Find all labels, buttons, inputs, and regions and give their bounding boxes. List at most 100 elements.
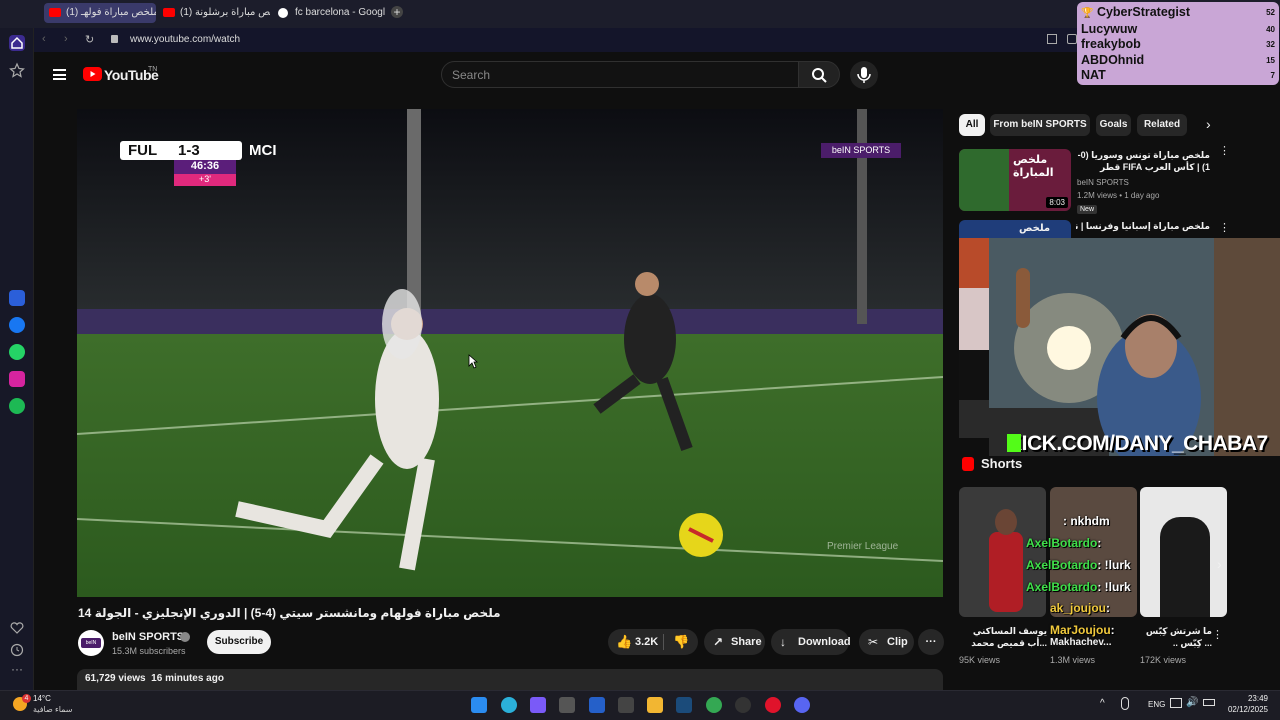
opera-taskbar-icon[interactable] <box>765 697 781 713</box>
channel-name[interactable]: beIN SPORTS <box>112 631 184 643</box>
start-icon[interactable] <box>471 697 487 713</box>
download-button[interactable]: ↓ Download <box>771 629 851 655</box>
edit-icon[interactable] <box>1047 34 1057 44</box>
whatsapp-icon[interactable] <box>9 344 25 360</box>
back-icon[interactable]: ‹ <box>42 33 46 45</box>
search-input[interactable]: Search <box>452 68 490 82</box>
rec-title-2[interactable]: ملخص مباراة إسبانيا وفرنسا | نصف نهائي <box>1076 221 1210 232</box>
messenger-icon[interactable] <box>9 317 25 333</box>
network-icon[interactable] <box>1170 698 1182 708</box>
rec-title[interactable]: ملخص مباراة تونس وسوريا (0-1) | كأس العر… <box>1076 149 1210 173</box>
away-team: MCI <box>249 142 277 159</box>
aria-icon[interactable] <box>9 290 25 306</box>
weather-desc[interactable]: سماء صافية <box>33 705 73 714</box>
forward-icon[interactable]: › <box>64 33 68 45</box>
copilot-icon[interactable] <box>530 697 546 713</box>
new-tab-button[interactable]: + <box>391 6 403 18</box>
instagram-icon[interactable] <box>9 371 25 387</box>
history-icon[interactable] <box>9 642 25 658</box>
more-actions-button[interactable]: ··· <box>918 629 944 655</box>
kick-url-banner: KICK.COM/DANY_CHABA7 <box>1007 432 1268 455</box>
kick-logo-icon <box>1007 434 1021 452</box>
short-views: 95K views <box>959 655 1001 665</box>
like-count[interactable]: 3.2K <box>635 629 658 655</box>
app-icon[interactable] <box>735 697 751 713</box>
chip-goals[interactable]: Goals <box>1096 114 1131 136</box>
store-icon[interactable] <box>559 697 575 713</box>
menu-icon[interactable] <box>53 69 66 80</box>
short-views: 1.3M views <box>1050 655 1096 665</box>
description-box[interactable]: 61,729 views 16 minutes ago <box>77 669 943 690</box>
reload-icon[interactable]: ↻ <box>85 33 94 46</box>
search-box[interactable]: Search <box>441 61 799 88</box>
volume-icon[interactable]: 🔊 <box>1186 697 1198 708</box>
tab-fulham[interactable]: ملخص مباراة فولهـ (1) <box>44 3 156 23</box>
chip-related[interactable]: Related <box>1137 114 1187 136</box>
settings-icon[interactable] <box>618 697 634 713</box>
short-thumb-2[interactable] <box>1050 487 1137 617</box>
shorts-next-icon[interactable]: › <box>1217 556 1222 572</box>
download-label: Download <box>798 636 851 648</box>
editor-icon[interactable] <box>589 697 605 713</box>
subscribe-button[interactable]: Subscribe <box>207 630 271 654</box>
rec-thumbnail[interactable]: ملخص المباراة 8:03 <box>959 149 1071 211</box>
spotify-icon[interactable] <box>9 398 25 414</box>
share-button[interactable]: ↗ Share <box>704 629 765 655</box>
subscriber-count: 15.3M subscribers <box>112 646 186 656</box>
chrome-icon[interactable] <box>706 697 722 713</box>
download-icon: ↓ <box>780 635 786 649</box>
url-text[interactable]: www.youtube.com/watch <box>130 34 240 45</box>
more-icon[interactable]: ··· <box>9 663 25 680</box>
tab-barcelona[interactable]: ملخص مباراة برشلونة (1) <box>158 3 270 23</box>
heart-icon[interactable] <box>9 620 25 636</box>
video-player[interactable]: FUL 1-3 MCI 46:36 +3' beIN SPORTS Premie… <box>77 109 943 597</box>
mic-tray-icon[interactable] <box>1121 697 1129 710</box>
search-button[interactable] <box>798 61 840 88</box>
voice-search-button[interactable] <box>850 61 878 89</box>
rec-thumbnail-2[interactable]: ملخص <box>959 220 1071 238</box>
leader-value: 52 <box>1266 8 1275 17</box>
score: 1-3 <box>178 142 200 159</box>
camera-icon[interactable] <box>1067 34 1077 44</box>
discord-icon[interactable] <box>794 697 810 713</box>
rec-menu-icon[interactable]: ⋮ <box>1219 146 1230 157</box>
tab-label: ملخص مباراة فولهـ (1) <box>66 7 156 18</box>
leaderboard-row: Lucywuw 40 <box>1081 22 1275 38</box>
input-language[interactable]: ENG <box>1148 700 1165 709</box>
tab-google[interactable]: fc barcelona - Google Sea <box>273 3 385 23</box>
short-menu-icon[interactable]: ⋮ <box>1212 628 1223 641</box>
leaderboard-row: ABDOhnid 15 <box>1081 53 1275 69</box>
chip-all[interactable]: All <box>959 114 985 136</box>
leader-value: 40 <box>1266 24 1275 34</box>
clock-date[interactable]: 02/12/2025 <box>1220 705 1268 714</box>
file-explorer-icon[interactable] <box>647 697 663 713</box>
clip-button[interactable]: ✂ Clip <box>859 629 914 655</box>
battery-icon[interactable] <box>1203 699 1215 706</box>
avatar-logo: beIN SPORTS <box>81 638 102 656</box>
rec-channel[interactable]: beIN SPORTS <box>1077 178 1129 187</box>
chevron-right-icon[interactable]: › <box>1206 116 1211 132</box>
edge-icon[interactable] <box>501 697 517 713</box>
star-icon[interactable] <box>9 62 25 78</box>
like-icon[interactable]: 👍 <box>616 629 632 655</box>
short-title[interactable]: Makhachev... <box>1050 637 1138 648</box>
weather-temp[interactable]: 14°C <box>33 694 51 703</box>
chip-from-bein[interactable]: From beIN SPORTS <box>990 114 1090 136</box>
short-thumb-1[interactable] <box>959 487 1046 617</box>
short-thumb-3[interactable] <box>1140 487 1227 617</box>
home-icon[interactable] <box>9 35 25 51</box>
trophy-icon: 🏆 <box>1081 8 1094 19</box>
youtube-logo-icon[interactable] <box>83 67 102 81</box>
rec-menu-icon-2[interactable]: ⋮ <box>1219 221 1230 234</box>
chat-text: : <box>1097 536 1102 550</box>
video-meta: 61,729 views 16 minutes ago <box>85 673 224 684</box>
short-title[interactable]: ما شرتش كِبّس ... كِبّس .. والحكم <box>1140 625 1212 649</box>
short-title[interactable]: يوسف المساكني ...أب قميص محمد <box>959 625 1047 649</box>
scoreboard: FUL 1-3 <box>120 141 242 160</box>
steam-icon[interactable] <box>676 697 692 713</box>
tray-chevron-icon[interactable]: ^ <box>1100 698 1105 709</box>
chat-line: AxelBotardo: <box>1026 536 1101 550</box>
clock-time[interactable]: 23:49 <box>1220 694 1268 703</box>
channel-avatar[interactable]: beIN SPORTS <box>78 630 104 656</box>
dislike-icon[interactable]: 👎 <box>673 629 689 655</box>
